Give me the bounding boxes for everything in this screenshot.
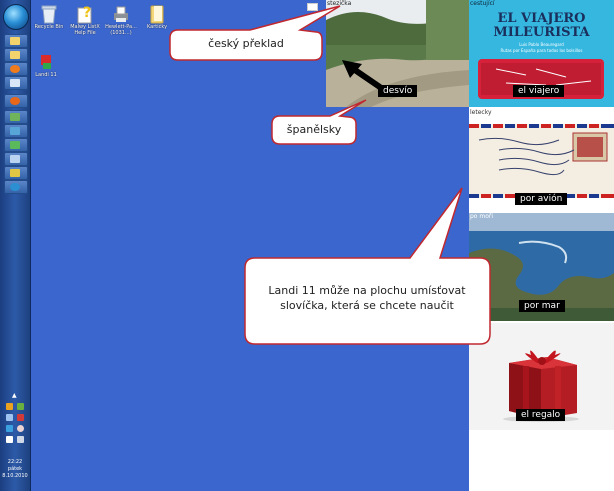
callout-czech-bubble [169, 5, 341, 61]
callout-spanish-bubble [271, 99, 367, 145]
callout-info-bubble [244, 187, 491, 345]
callout-info-text: Landi 11 může na plochu umísťovat slovíč… [268, 284, 466, 312]
callout-czech-text: český překlad [208, 37, 284, 50]
callout-spanish-text: španělsky [286, 123, 342, 136]
callouts-layer [169, 5, 491, 345]
